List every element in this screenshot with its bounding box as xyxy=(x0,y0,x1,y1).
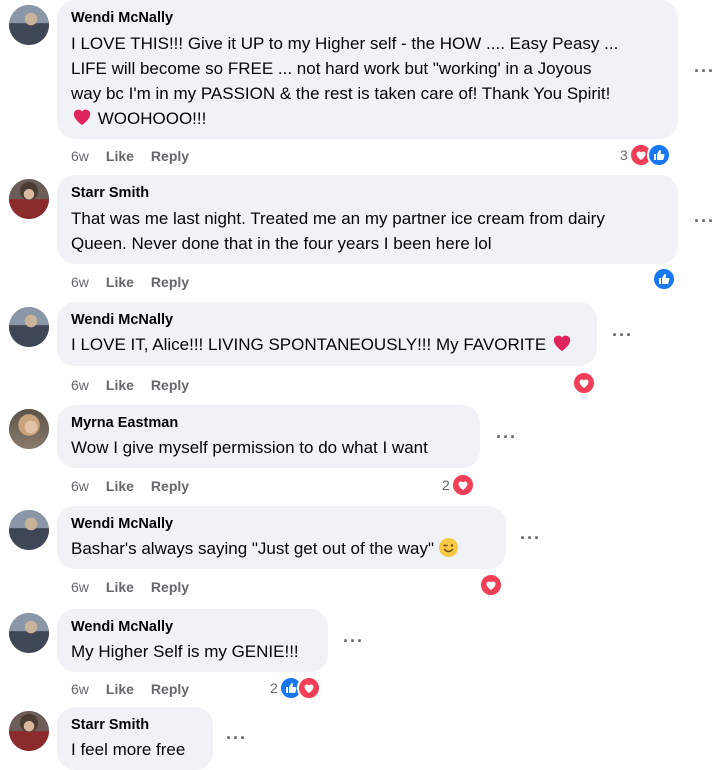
comment-author[interactable]: Wendi McNally xyxy=(71,311,583,329)
comment-text: I LOVE THIS!!! Give it UP to my Higher s… xyxy=(71,31,664,131)
comment-line: way bc I'm in my PASSION & the rest is t… xyxy=(71,84,611,103)
like-reaction-icon xyxy=(652,267,676,291)
red-heart-icon xyxy=(73,109,91,126)
reply-button[interactable]: Reply xyxy=(151,147,189,165)
comment-author[interactable]: Wendi McNally xyxy=(71,9,664,27)
comment-line: My Higher Self is my GENIE!!! xyxy=(71,642,299,661)
comment-actions: 6w Like Reply xyxy=(71,273,206,291)
comment-bubble: Wendi McNally My Higher Self is my GENIE… xyxy=(57,609,328,672)
comment-text: I LOVE IT, Alice!!! LIVING SPONTANEOUSLY… xyxy=(71,332,583,357)
comment-author[interactable]: Wendi McNally xyxy=(71,618,314,636)
love-reaction-icon xyxy=(296,676,321,700)
comment-bubble: Wendi McNally I LOVE IT, Alice!!! LIVING… xyxy=(57,302,597,366)
avatar[interactable] xyxy=(9,613,49,653)
avatar[interactable] xyxy=(9,510,49,550)
comment-text: Bashar's always saying "Just get out of … xyxy=(71,536,492,561)
comment-bubble: Starr Smith I feel more free xyxy=(57,707,213,770)
like-button[interactable]: Like xyxy=(106,680,134,698)
comment-author[interactable]: Wendi McNally xyxy=(71,515,492,533)
like-button[interactable]: Like xyxy=(106,273,134,291)
more-options-icon[interactable]: ··· xyxy=(343,632,364,650)
love-reaction-icon xyxy=(572,371,596,395)
comment-time[interactable]: 6w xyxy=(71,273,89,291)
love-reaction-icon xyxy=(479,573,503,597)
comment-line: Wow I give myself permission to do what … xyxy=(71,438,428,457)
comment-actions: 6w Like Reply xyxy=(71,578,206,596)
reaction-count: 3 xyxy=(620,147,628,163)
comment-author[interactable]: Starr Smith xyxy=(71,184,664,202)
like-button[interactable]: Like xyxy=(106,147,134,165)
comment-actions: 6w Like Reply xyxy=(71,477,206,495)
comment-time[interactable]: 6w xyxy=(71,680,89,698)
comment-time[interactable]: 6w xyxy=(71,578,89,596)
reaction-summary[interactable] xyxy=(652,267,676,291)
avatar[interactable] xyxy=(9,711,49,751)
comment-line-text: WOOHOOO!!! xyxy=(97,109,207,128)
comment-line: WOOHOOO!!! xyxy=(71,106,664,131)
like-button[interactable]: Like xyxy=(106,376,134,394)
more-options-icon[interactable]: ··· xyxy=(694,212,715,230)
comment-line: Queen. Never done that in the four years… xyxy=(71,234,492,253)
love-reaction-icon xyxy=(450,473,475,497)
reaction-count: 2 xyxy=(442,477,450,493)
comment-time[interactable]: 6w xyxy=(71,376,89,394)
more-options-icon[interactable]: ··· xyxy=(496,428,517,446)
reply-button[interactable]: Reply xyxy=(151,680,189,698)
comment-text: I feel more free xyxy=(71,737,199,762)
reply-button[interactable]: Reply xyxy=(151,578,189,596)
comment-text: My Higher Self is my GENIE!!! xyxy=(71,639,314,664)
comment-bubble: Wendi McNally I LOVE THIS!!! Give it UP … xyxy=(57,0,678,139)
comment-bubble: Starr Smith That was me last night. Trea… xyxy=(57,175,678,264)
like-reaction-icon xyxy=(646,143,671,167)
avatar[interactable] xyxy=(9,307,49,347)
comment-line: I feel more free xyxy=(71,740,186,759)
avatar[interactable] xyxy=(9,409,49,449)
comment-author[interactable]: Myrna Eastman xyxy=(71,414,466,432)
comment-actions: 6w Like Reply xyxy=(71,680,206,698)
reply-button[interactable]: Reply xyxy=(151,477,189,495)
red-heart-icon xyxy=(553,335,571,352)
comment-time[interactable]: 6w xyxy=(71,147,89,165)
reaction-summary[interactable]: 2 xyxy=(270,676,321,700)
comment-line: LIFE will become so FREE ... not hard wo… xyxy=(71,59,592,78)
comment-bubble: Myrna Eastman Wow I give myself permissi… xyxy=(57,405,480,468)
comment-text: Wow I give myself permission to do what … xyxy=(71,435,466,460)
avatar[interactable] xyxy=(9,5,49,45)
more-options-icon[interactable]: ··· xyxy=(694,62,715,80)
more-options-icon[interactable]: ··· xyxy=(612,326,633,344)
winking-face-icon xyxy=(438,538,458,557)
comment-line: That was me last night. Treated me an my… xyxy=(71,209,605,228)
comment-line: I LOVE IT, Alice!!! LIVING SPONTANEOUSLY… xyxy=(71,335,547,354)
reaction-summary[interactable] xyxy=(572,371,596,395)
comment-actions: 6w Like Reply xyxy=(71,376,206,394)
comment-line: Bashar's always saying "Just get out of … xyxy=(71,539,435,558)
more-options-icon[interactable]: ··· xyxy=(226,729,247,747)
comment-bubble: Wendi McNally Bashar's always saying "Ju… xyxy=(57,506,506,569)
reply-button[interactable]: Reply xyxy=(151,273,189,291)
reaction-count: 2 xyxy=(270,680,278,696)
comment-actions: 6w Like Reply xyxy=(71,147,206,165)
comment-text: That was me last night. Treated me an my… xyxy=(71,206,664,256)
comment-time[interactable]: 6w xyxy=(71,477,89,495)
comment-author[interactable]: Starr Smith xyxy=(71,716,199,734)
more-options-icon[interactable]: ··· xyxy=(520,529,541,547)
like-button[interactable]: Like xyxy=(106,578,134,596)
reaction-summary[interactable]: 2 xyxy=(442,473,475,497)
reply-button[interactable]: Reply xyxy=(151,376,189,394)
reaction-summary[interactable] xyxy=(479,573,503,597)
comment-line: I LOVE THIS!!! Give it UP to my Higher s… xyxy=(71,34,619,53)
like-button[interactable]: Like xyxy=(106,477,134,495)
reaction-summary[interactable]: 3 xyxy=(620,143,671,167)
avatar[interactable] xyxy=(9,179,49,219)
